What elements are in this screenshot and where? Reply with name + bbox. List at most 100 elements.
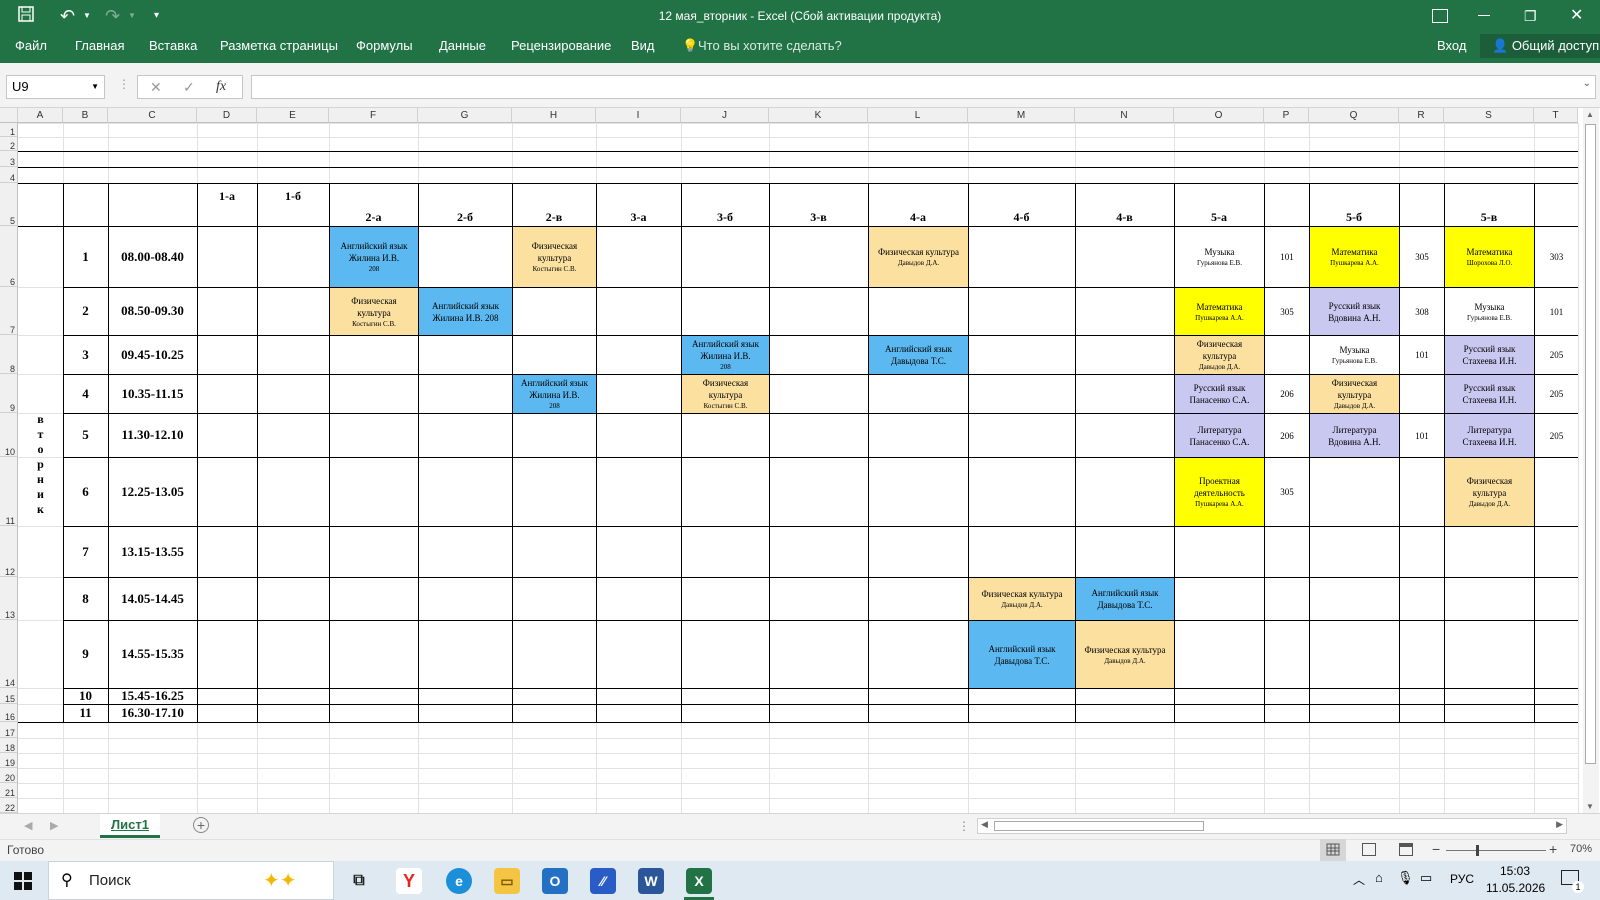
redo-icon[interactable]: ↷ [105,6,120,26]
row-header[interactable]: 4 [0,167,18,183]
column-header[interactable]: F [329,108,418,123]
column-header[interactable]: E [257,108,329,123]
task-view-icon[interactable]: ⧉ [346,868,372,894]
column-header[interactable]: Q [1309,108,1399,123]
row-header[interactable]: 7 [0,287,18,335]
expand-formula-bar-icon[interactable]: ⌄ [1583,78,1591,89]
row-header[interactable]: 11 [0,457,18,526]
split-grip-icon[interactable]: ⋮ [958,819,970,833]
edge-icon[interactable]: e [446,868,472,894]
page-layout-view-icon[interactable] [1362,843,1376,856]
undo-dropdown-icon[interactable]: ▼ [83,6,91,26]
signin-link[interactable]: Вход [1437,34,1466,58]
room-number[interactable]: 305 [1265,288,1309,335]
microphone-icon[interactable]: 🎙 [1397,870,1414,886]
lesson-cell[interactable]: Литература Вдовина А.Н. [1310,414,1399,457]
row-header[interactable]: 15 [0,688,18,704]
share-button[interactable]: 👤 Общий доступ [1480,34,1600,58]
room-number[interactable]: 305 [1400,227,1444,287]
network-icon[interactable]: ⌂ [1375,870,1383,885]
lesson-cell[interactable]: Математика Пушкарева А.А. [1175,288,1264,335]
row-header[interactable]: 20 [0,768,18,783]
lesson-cell[interactable]: Физическая культура Костыгин С.В. [330,288,418,335]
room-number[interactable]: 205 [1535,336,1578,374]
insert-function-icon[interactable]: fx [216,76,226,98]
spreadsheet-grid[interactable]: A B C D E F G H I J K L M N O P Q R S T 1 2 3 4 5 6 7 8 9 10 11 12 13 14 1… [0,108,1600,813]
lesson-cell[interactable]: Русский язык Стахеева И.Н. [1445,336,1534,374]
column-header[interactable]: T [1534,108,1578,123]
clock-date[interactable]: 11.05.2026 [1486,881,1545,895]
row-header[interactable]: 10 [0,413,18,457]
column-header[interactable]: H [512,108,596,123]
excel-taskbar-icon[interactable]: X [686,868,712,894]
column-header[interactable]: M [968,108,1075,123]
tab-home[interactable]: Главная [75,34,124,58]
word-icon[interactable]: W [638,868,664,894]
app-icon[interactable]: ⁄⁄ [590,868,616,894]
lesson-cell[interactable]: Физическая культура Давыдов Д.А. [1445,458,1534,526]
room-number[interactable]: 205 [1535,414,1578,457]
customize-toolbar-icon[interactable]: ▾ [154,6,159,26]
lesson-cell[interactable]: Физическая культура Костыгин С.В. [513,227,596,287]
redo-dropdown-icon[interactable]: ▼ [128,6,136,26]
enter-icon[interactable]: ✓ [183,76,195,98]
row-header[interactable]: 5 [0,183,18,226]
tab-view[interactable]: Вид [631,34,655,58]
zoom-level[interactable]: 70% [1570,843,1592,855]
column-header[interactable]: S [1444,108,1534,123]
zoom-slider-thumb[interactable] [1476,845,1479,856]
lesson-cell[interactable]: Английский язык Жилина И.В. 208 [419,288,512,335]
room-number[interactable]: 308 [1400,288,1444,335]
outlook-icon[interactable]: O [542,868,568,894]
battery-icon[interactable]: ▭ [1420,870,1432,886]
row-header[interactable]: 17 [0,722,18,738]
lesson-cell[interactable]: Физическая культура Давыдов Д.А. [869,227,968,287]
clock-time[interactable]: 15:03 [1500,864,1530,878]
undo-icon[interactable]: ↶ [60,6,75,26]
column-header[interactable]: C [108,108,197,123]
row-header[interactable]: 22 [0,798,18,813]
column-header[interactable]: N [1075,108,1174,123]
row-header[interactable]: 3 [0,151,18,167]
normal-view-icon[interactable] [1320,839,1346,861]
scroll-sheets-left-icon[interactable]: ◀ [24,819,32,832]
lesson-cell[interactable]: Английский язык Давыдова Т.С. [869,336,968,374]
zoom-in-icon[interactable]: + [1549,841,1557,857]
column-header[interactable]: L [868,108,968,123]
lesson-cell[interactable]: Физическая культура Давыдов Д.А. [969,578,1075,620]
vertical-scrollbar[interactable]: ▲ ▼ [1583,108,1599,813]
lesson-cell[interactable]: Математика Шорохова Л.О. [1445,227,1534,287]
cancel-icon[interactable]: ✕ [150,76,162,98]
horizontal-scrollbar[interactable]: ◀ ▶ [977,818,1567,834]
add-sheet-icon[interactable]: + [193,817,209,833]
row-header[interactable]: 13 [0,577,18,620]
column-header[interactable]: P [1264,108,1309,123]
column-header[interactable]: B [63,108,108,123]
column-header[interactable]: K [769,108,868,123]
vertical-scroll-thumb[interactable] [1585,124,1596,764]
tab-data[interactable]: Данные [439,34,486,58]
lesson-cell[interactable]: Литература Стахеева И.Н. [1445,414,1534,457]
scroll-left-icon[interactable]: ◀ [981,819,988,830]
lesson-cell[interactable]: Английский язык Жилина И.В. 208 [513,375,596,413]
taskbar-search[interactable]: ⚲ Поиск ✦✦ [48,861,334,900]
restore-icon[interactable]: ❐ [1524,6,1537,26]
room-number[interactable]: 101 [1535,288,1578,335]
lesson-cell[interactable]: Английский язык Жилина И.В. 208 [682,336,769,374]
select-all-corner[interactable] [0,108,18,123]
row-header[interactable]: 18 [0,738,18,753]
formula-input[interactable]: ⌄ [251,75,1596,99]
tell-me-search[interactable]: Что вы хотите сделать? [698,34,842,58]
lesson-cell[interactable]: Английский язык Давыдова Т.С. [1076,578,1174,620]
lesson-cell[interactable]: Математика Пушкарева А.А. [1310,227,1399,287]
tab-page-layout[interactable]: Разметка страницы [220,34,338,58]
name-box[interactable]: U9 ▼ [6,75,105,99]
row-header[interactable]: 19 [0,753,18,768]
scroll-sheets-right-icon[interactable]: ▶ [50,819,58,832]
row-header[interactable]: 21 [0,783,18,798]
row-header[interactable]: 2 [0,137,18,151]
tab-file[interactable]: Файл [15,34,47,58]
lesson-cell[interactable]: Физическая культура Давыдов Д.А. [1310,375,1399,413]
minimize-icon[interactable] [1478,6,1490,16]
room-number[interactable]: 206 [1265,375,1309,413]
